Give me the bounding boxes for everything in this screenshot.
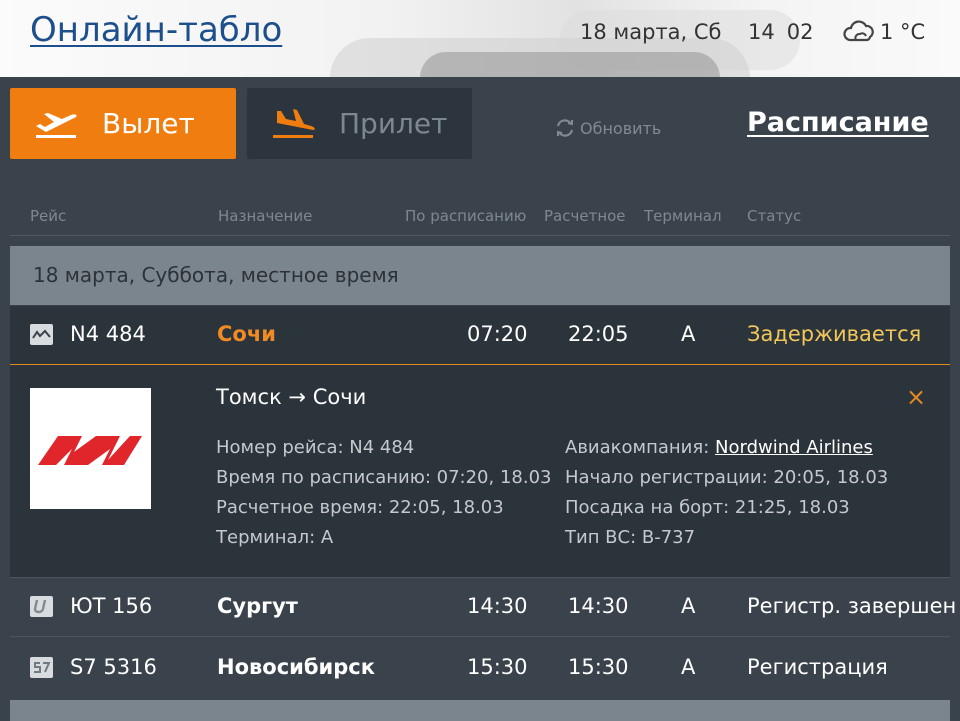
column-header-terminal: Терминал [644,207,722,225]
flight-route: Томск → Сочи [216,385,367,409]
plane-takeoff-icon [36,112,77,138]
column-headers: Рейс Назначение По расписанию Расчетное … [10,205,950,236]
detail-airline-label: Авиакомпания: [565,437,710,458]
tab-departures[interactable]: Вылет [10,88,236,159]
column-header-status: Статус [747,207,802,225]
column-header-flight: Рейс [30,207,67,225]
detail-airline: Авиакомпания: Nordwind Airlines [565,437,873,458]
plane-landing-icon [273,108,315,138]
tab-departures-label: Вылет [102,107,195,140]
flight-detail-panel: Томск → Сочи × Номер рейса: N4 484 Время… [10,365,950,578]
table-row[interactable]: N4 484 Сочи 07:20 22:05 A Задерживается [10,306,950,365]
flight-number: S7 5316 [70,655,157,679]
flight-destination: Сочи [217,322,276,346]
current-date: 18 марта, Сб [580,20,722,44]
refresh-label: Обновить [580,118,662,138]
temperature: 1 °C [880,20,926,44]
refresh-button[interactable]: Обновить [554,117,661,139]
airline-link[interactable]: Nordwind Airlines [715,437,873,458]
flight-destination: Новосибирск [217,655,375,679]
table-row[interactable]: ЮТ 156 Сургут 14:30 14:30 A Регистр. зав… [10,578,956,637]
flight-terminal: A [681,655,696,679]
date-group-header: 18 марта, Суббота, местное время [10,246,950,305]
detail-terminal: Терминал: A [216,527,334,548]
page-title[interactable]: Онлайн-табло [30,10,282,50]
table-row[interactable]: S7 5316 Новосибирск 15:30 15:30 A Регист… [10,639,950,697]
detail-scheduled-time: Время по расписанию: 07:20, 18.03 [216,467,552,488]
flight-scheduled-time: 07:20 [467,322,528,346]
column-header-estimated: Расчетное [544,207,626,225]
s7-logo-icon [30,657,53,678]
flight-terminal: A [681,594,696,618]
flight-scheduled-time: 15:30 [467,655,528,679]
flight-estimated-time: 14:30 [568,594,629,618]
flight-number: ЮТ 156 [70,594,153,618]
close-icon[interactable]: × [906,383,926,411]
detail-flight-number: Номер рейса: N4 484 [216,437,415,458]
utair-logo-icon [30,596,53,617]
detail-aircraft: Тип ВС: B-737 [565,527,696,548]
header-photo-shape [420,52,720,78]
detail-estimated-time: Расчетное время: 22:05, 18.03 [216,497,504,518]
next-date-group-header [10,700,950,721]
tab-arrivals-label: Прилет [339,107,448,140]
time-hours: 14 [748,20,775,44]
column-header-scheduled: По расписанию [405,207,527,225]
flight-status: Задерживается [747,322,922,346]
schedule-link[interactable]: Расписание [747,107,929,138]
detail-checkin-start: Начало регистрации: 20:05, 18.03 [565,467,889,488]
current-time: 14 02 [748,20,825,44]
header: Онлайн-табло 18 марта, Сб 14 02 1 °C [0,0,960,78]
flight-number: N4 484 [70,322,146,346]
flight-estimated-time: 15:30 [568,655,629,679]
date-group-label: 18 марта, Суббота, местное время [33,263,399,287]
flight-board: Вылет Прилет Обновить Расписание Рейс На… [0,77,960,721]
refresh-icon [556,119,574,137]
flight-destination: Сургут [217,594,298,618]
time-minutes: 02 [786,20,814,44]
column-header-destination: Назначение [218,207,313,225]
airline-logo [30,388,151,509]
flight-status: Регистрация [747,655,888,679]
flight-estimated-time: 22:05 [568,322,629,346]
flight-status: Регистр. завершен [747,594,957,618]
detail-boarding: Посадка на борт: 21:25, 18.03 [565,497,850,518]
cloud-icon [842,19,876,49]
flight-terminal: A [681,322,696,346]
flight-scheduled-time: 14:30 [467,594,528,618]
nordwind-logo-icon [30,324,53,345]
tab-arrivals[interactable]: Прилет [247,88,472,159]
